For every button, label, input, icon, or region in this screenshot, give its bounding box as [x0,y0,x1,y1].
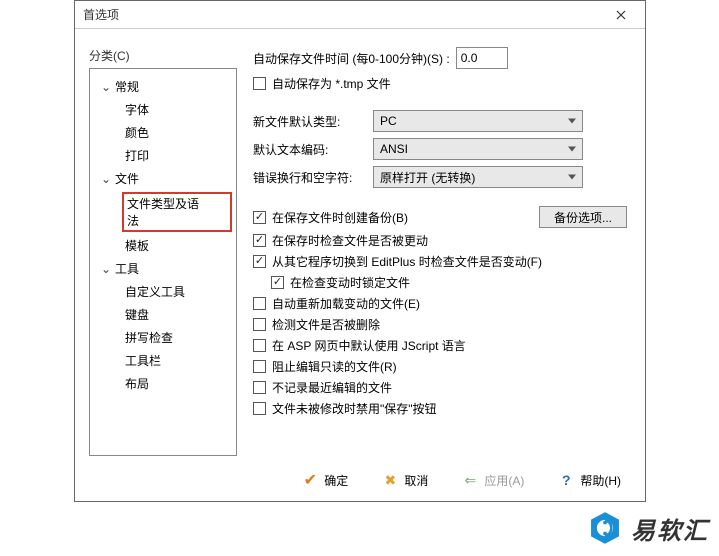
ok-button[interactable]: ✔ 确定 [294,468,356,493]
default-type-label: 新文件默认类型: [253,113,373,130]
default-encoding-select[interactable]: ANSI [373,138,583,160]
dialog-button-bar: ✔ 确定 ✖ 取消 ⇐ 应用(A) ? 帮助(H) [75,461,645,499]
tree-item-template[interactable]: 模板 [94,234,236,257]
apply-button[interactable]: ⇐ 应用(A) [454,468,532,493]
settings-panel: 自动保存文件时间 (每0-100分钟)(S) : 自动保存为 *.tmp 文件 … [245,29,645,461]
tree-item-color[interactable]: 颜色 [94,121,236,144]
disable-save-unmodified-row: 文件未被修改时禁用"保存"按钮 [253,400,627,417]
detect-deleted-checkbox[interactable] [253,318,266,331]
cancel-button[interactable]: ✖ 取消 [374,468,436,493]
backup-options-button[interactable]: 备份选项... [539,206,627,228]
tree-item-layout[interactable]: 布局 [94,372,236,395]
check-modified-on-save-label: 在保存时检查文件是否被更动 [272,232,428,249]
autosave-label: 自动保存文件时间 (每0-100分钟)(S) : [253,50,450,67]
cancel-icon: ✖ [382,472,398,488]
autosave-row: 自动保存文件时间 (每0-100分钟)(S) : [253,47,627,69]
watermark-logo-icon [587,510,623,546]
autosave-tmp-label: 自动保存为 *.tmp 文件 [272,75,391,92]
apply-icon: ⇐ [462,472,478,488]
tree-item-toolbar[interactable]: 工具栏 [94,349,236,372]
chevron-down-icon: ⌄ [100,80,112,94]
linebreak-row: 错误换行和空字符: 原样打开 (无转换) [253,166,627,188]
asp-jscript-checkbox[interactable] [253,339,266,352]
dialog-title: 首选项 [83,6,605,23]
lock-on-check-label: 在检查变动时锁定文件 [290,274,410,291]
detect-deleted-label: 检测文件是否被删除 [272,316,380,333]
no-record-recent-checkbox[interactable] [253,381,266,394]
detect-deleted-row: 检测文件是否被删除 [253,316,627,333]
default-type-row: 新文件默认类型: PC [253,110,627,132]
check-icon: ✔ [302,472,318,488]
check-modified-on-save-checkbox[interactable] [253,234,266,247]
tree-item-keyboard[interactable]: 键盘 [94,303,236,326]
sidebar: 分类(C) ⌄常规 字体 颜色 打印 ⌄文件 文件类型及语法 模板 ⌄工具 自定… [75,29,245,461]
backup-on-save-checkbox[interactable] [253,211,266,224]
tree-item-font[interactable]: 字体 [94,98,236,121]
tree-item-print[interactable]: 打印 [94,144,236,167]
close-icon [616,10,626,20]
no-record-recent-row: 不记录最近编辑的文件 [253,379,627,396]
auto-reload-row: 自动重新加载变动的文件(E) [253,295,627,312]
autosave-input[interactable] [456,47,508,69]
disable-save-unmodified-checkbox[interactable] [253,402,266,415]
default-encoding-row: 默认文本编码: ANSI [253,138,627,160]
tree-item-tools[interactable]: ⌄工具 [94,257,236,280]
check-modified-on-switch-checkbox[interactable] [253,255,266,268]
default-encoding-label: 默认文本编码: [253,141,373,158]
check-modified-on-save-row: 在保存时检查文件是否被更动 [253,232,627,249]
asp-jscript-label: 在 ASP 网页中默认使用 JScript 语言 [272,337,466,354]
check-modified-on-switch-row: 从其它程序切换到 EditPlus 时检查文件是否变动(F) [253,253,627,270]
tree-item-spellcheck[interactable]: 拼写检查 [94,326,236,349]
prevent-readonly-edit-label: 阻止编辑只读的文件(R) [272,358,397,375]
auto-reload-checkbox[interactable] [253,297,266,310]
linebreak-label: 错误换行和空字符: [253,169,373,186]
watermark: 易软汇 [587,510,709,546]
tree-item-custom-tools[interactable]: 自定义工具 [94,280,236,303]
check-modified-on-switch-label: 从其它程序切换到 EditPlus 时检查文件是否变动(F) [272,253,542,270]
prevent-readonly-edit-checkbox[interactable] [253,360,266,373]
help-icon: ? [558,472,574,488]
titlebar: 首选项 [75,1,645,29]
preferences-dialog: 首选项 分类(C) ⌄常规 字体 颜色 打印 ⌄文件 文件类型及语法 模板 ⌄工… [74,0,646,502]
tree-item-file[interactable]: ⌄文件 [94,167,236,190]
tree-item-general[interactable]: ⌄常规 [94,75,236,98]
no-record-recent-label: 不记录最近编辑的文件 [272,379,392,396]
autosave-tmp-checkbox[interactable] [253,77,266,90]
category-tree[interactable]: ⌄常规 字体 颜色 打印 ⌄文件 文件类型及语法 模板 ⌄工具 自定义工具 键盘… [89,68,237,456]
chevron-down-icon: ⌄ [100,172,112,186]
auto-reload-label: 自动重新加载变动的文件(E) [272,295,420,312]
disable-save-unmodified-label: 文件未被修改时禁用"保存"按钮 [272,400,437,417]
lock-on-check-checkbox[interactable] [271,276,284,289]
autosave-tmp-row: 自动保存为 *.tmp 文件 [253,75,627,92]
backup-on-save-row: 在保存文件时创建备份(B) 备份选项... [253,206,627,228]
close-button[interactable] [605,4,637,26]
linebreak-select[interactable]: 原样打开 (无转换) [373,166,583,188]
category-label: 分类(C) [89,47,237,64]
asp-jscript-row: 在 ASP 网页中默认使用 JScript 语言 [253,337,627,354]
prevent-readonly-edit-row: 阻止编辑只读的文件(R) [253,358,627,375]
backup-on-save-label: 在保存文件时创建备份(B) [272,209,408,226]
lock-on-check-row: 在检查变动时锁定文件 [253,274,627,291]
chevron-down-icon: ⌄ [100,262,112,276]
tree-item-file-types-syntax[interactable]: 文件类型及语法 [94,190,236,234]
default-type-select[interactable]: PC [373,110,583,132]
help-button[interactable]: ? 帮助(H) [550,468,629,493]
watermark-text: 易软汇 [631,511,709,546]
dialog-content: 分类(C) ⌄常规 字体 颜色 打印 ⌄文件 文件类型及语法 模板 ⌄工具 自定… [75,29,645,461]
